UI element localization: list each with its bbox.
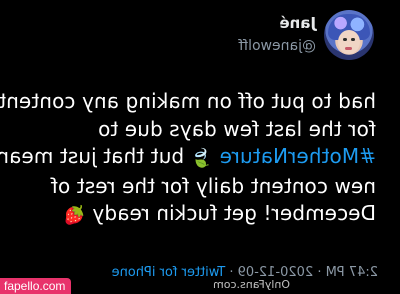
tweet-source-link[interactable]: Twitter for iPhone (112, 265, 226, 280)
tweet-text: had to put off on making any content for… (0, 88, 376, 230)
tweet-time[interactable]: 2:47 PM (326, 265, 378, 280)
meta-separator: · (317, 265, 322, 280)
tweet-line: for the last few days due to (97, 116, 376, 141)
tweet-line-with-hashtag: #MotherNature 🍃 but that just means (0, 143, 376, 173)
tweet-line: new content daily for the rest of (50, 173, 376, 198)
fapello-watermark-badge: fapello.com (0, 278, 72, 294)
tweet-line: December! get fuckin ready (92, 201, 376, 225)
tweet-line: had to put off on making any content (0, 89, 376, 113)
avatar-lips (345, 47, 352, 50)
mirrored-tweet-view: Jané @janewolff had to put off on making… (0, 0, 400, 294)
hashtag-link[interactable]: #MotherNature (220, 144, 376, 168)
leaf-emoji-icon: 🍃 (190, 148, 214, 169)
display-name[interactable]: Jané (279, 14, 316, 32)
user-handle[interactable]: @janewolff (238, 38, 316, 54)
strawberry-emoji-icon: 🍓 (63, 205, 86, 226)
onlyfans-watermark: OnlyFans.com (213, 278, 290, 291)
avatar[interactable] (324, 10, 374, 60)
avatar-eye (351, 38, 355, 41)
avatar-eye (343, 38, 347, 41)
tweet-line: but that just means (0, 144, 185, 168)
tweet-line-with-emoji: December! get fuckin ready 🍓 (16, 200, 376, 230)
avatar-face (338, 30, 360, 54)
